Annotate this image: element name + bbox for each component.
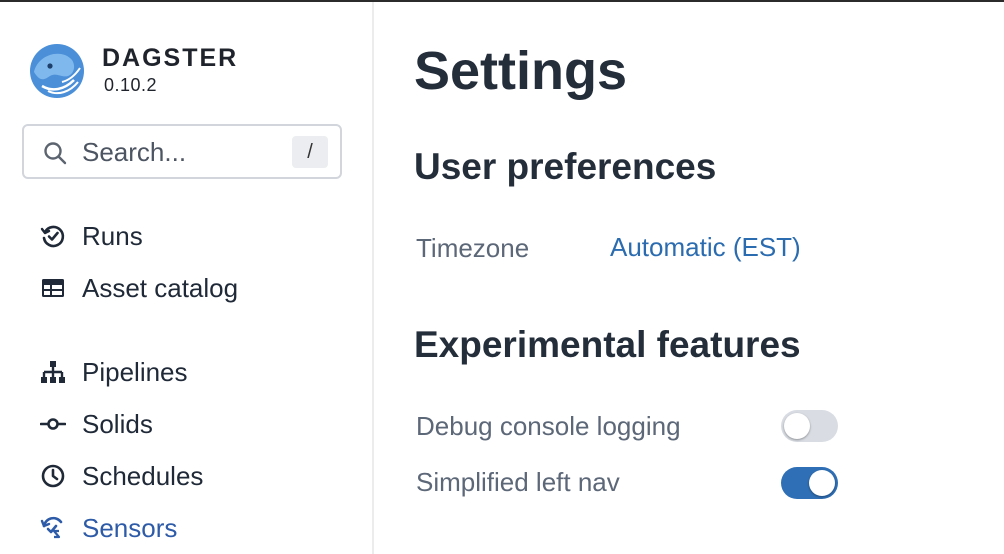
page-title: Settings	[414, 41, 628, 101]
toggle-knob	[784, 413, 810, 439]
commit-icon	[40, 418, 66, 430]
sidebar-item-runs[interactable]: Runs	[40, 218, 143, 254]
user-preferences-heading: User preferences	[414, 146, 717, 187]
search-box[interactable]: /	[22, 124, 342, 179]
dagster-logo-icon	[30, 44, 84, 98]
left-sidebar: DAGSTER 0.10.2 / Runs Asset catalog	[0, 2, 372, 554]
search-input[interactable]	[82, 136, 282, 168]
toggle-knob	[809, 470, 835, 496]
sidebar-item-label: Schedules	[82, 460, 204, 491]
hierarchy-icon	[41, 361, 65, 383]
sidebar-item-asset-catalog[interactable]: Asset catalog	[40, 270, 238, 306]
sidebar-item-label: Runs	[82, 220, 143, 251]
sidebar-item-sensors[interactable]: Sensors	[40, 510, 177, 546]
sidebar-item-pipelines[interactable]: Pipelines	[40, 354, 188, 390]
settings-main: Settings User preferences Timezone Autom…	[374, 2, 1004, 554]
sidebar-item-label: Sensors	[82, 512, 178, 543]
debug-console-logging-label: Debug console logging	[416, 411, 681, 441]
brand-version: 0.10.2	[104, 75, 158, 95]
timezone-selector[interactable]: Automatic (EST)	[610, 232, 801, 263]
timezone-label: Timezone	[416, 233, 530, 263]
sidebar-item-label: Asset catalog	[82, 272, 239, 303]
clock-icon	[41, 464, 65, 488]
sidebar-item-solids[interactable]: Solids	[40, 406, 153, 442]
sidebar-item-label: Solids	[82, 408, 153, 439]
experimental-features-heading: Experimental features	[414, 324, 801, 365]
simplified-left-nav-toggle[interactable]	[781, 467, 838, 499]
debug-console-logging-toggle[interactable]	[781, 410, 838, 442]
sidebar-item-label: Pipelines	[82, 356, 188, 387]
history-check-icon	[40, 225, 65, 248]
search-shortcut-badge: /	[292, 136, 328, 168]
search-icon	[44, 142, 67, 165]
sensor-icon	[40, 516, 63, 539]
brand-name: DAGSTER	[102, 44, 239, 72]
sidebar-item-schedules[interactable]: Schedules	[40, 458, 203, 494]
table-icon	[42, 279, 64, 297]
simplified-left-nav-label: Simplified left nav	[416, 467, 620, 497]
